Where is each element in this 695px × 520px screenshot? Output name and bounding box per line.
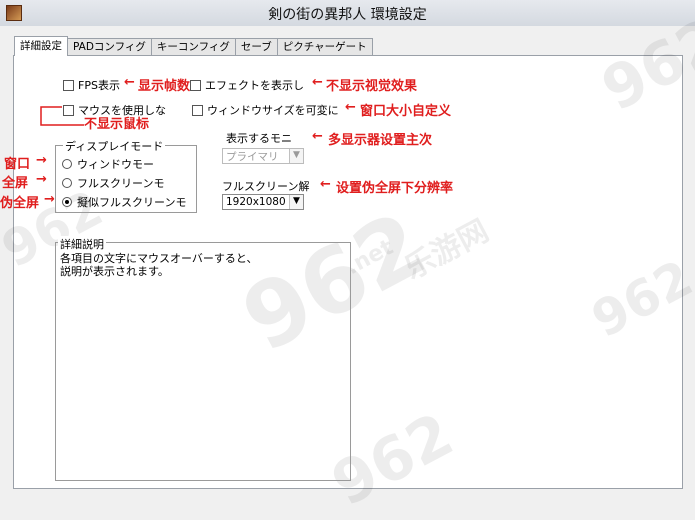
resize-label[interactable]: ウィンドウサイズを可変に — [207, 102, 339, 118]
fps-annotation: 显示帧数 — [138, 79, 191, 94]
fullscreen-mode-arrow-icon: → — [36, 172, 47, 187]
effects-annotation: 不显示视觉效果 — [326, 79, 418, 94]
window-mode-radio-dot[interactable] — [62, 159, 72, 169]
effects-checkbox[interactable]: エフェクトを表示し — [190, 77, 304, 93]
monitor-select-value: プライマリ — [226, 150, 279, 163]
effects-checkbox-box[interactable] — [190, 79, 201, 91]
resize-checkbox[interactable]: ウィンドウサイズを可変に — [192, 102, 339, 118]
monitor-select[interactable]: プライマリ ▼ — [222, 148, 304, 164]
monitor-annotation: 多显示器设置主次 — [328, 133, 433, 148]
resize-checkbox-box[interactable] — [192, 104, 203, 116]
mouse-bracket-icon — [40, 106, 84, 126]
pseudo-fullscreen-radio[interactable]: 擬似フルスクリーンモ — [62, 194, 186, 210]
title-bar: 剣の街の異邦人 環境設定 — [0, 0, 695, 27]
fullscreen-mode-annotation: 全屏 — [2, 176, 29, 191]
tab-detail-settings[interactable]: 詳細設定 — [14, 36, 68, 56]
pseudo-mode-arrow-icon: → — [44, 192, 55, 207]
resolution-arrow-icon: ← — [320, 177, 331, 192]
tab-picture-gate[interactable]: ピクチャーゲート — [276, 38, 373, 56]
window-mode-label[interactable]: ウィンドウモー — [77, 156, 154, 172]
display-mode-legend: ディスプレイモード — [63, 138, 166, 154]
fullscreen-mode-radio[interactable]: フルスクリーンモ — [62, 175, 164, 191]
effects-label[interactable]: エフェクトを表示し — [205, 77, 304, 93]
monitor-arrow-icon: ← — [312, 129, 323, 144]
tab-key-config[interactable]: キーコンフィグ — [150, 38, 236, 56]
tab-strip: 詳細設定 PADコンフィグ キーコンフィグ セーブ ピクチャーゲート — [14, 36, 373, 56]
pseudo-fullscreen-radio-dot[interactable] — [62, 197, 72, 207]
tab-save[interactable]: セーブ — [234, 38, 278, 56]
resize-annotation: 窗口大小自定义 — [360, 104, 452, 119]
effects-arrow-icon: ← — [312, 75, 323, 90]
window-mode-annotation: 窗口 — [4, 157, 31, 172]
fps-checkbox[interactable]: FPS表示 — [63, 77, 120, 93]
chevron-down-icon[interactable]: ▼ — [289, 149, 303, 163]
fps-checkbox-box[interactable] — [63, 79, 74, 91]
fullscreen-mode-radio-dot[interactable] — [62, 178, 72, 188]
pseudo-fullscreen-label[interactable]: 擬似フルスクリーンモ — [77, 194, 186, 210]
description-text-line2: 説明が表示されます。 — [60, 265, 169, 278]
window-mode-radio[interactable]: ウィンドウモー — [62, 156, 154, 172]
fullscreen-mode-label[interactable]: フルスクリーンモ — [77, 175, 164, 191]
mouse-annotation: 不显示鼠标 — [84, 117, 150, 132]
resolution-label: フルスクリーン解 — [222, 180, 310, 193]
window-mode-arrow-icon: → — [36, 153, 47, 168]
resolution-annotation: 设置伪全屏下分辨率 — [336, 181, 454, 196]
monitor-label: 表示するモニ — [226, 132, 292, 145]
resolution-select-value: 1920x1080 — [226, 196, 286, 208]
window-title: 剣の街の異邦人 環境設定 — [268, 7, 427, 23]
chevron-down-icon[interactable]: ▼ — [289, 195, 303, 209]
pseudo-mode-annotation: 伪全屏 — [0, 196, 40, 211]
fps-label[interactable]: FPS表示 — [78, 77, 120, 93]
tab-pad-config[interactable]: PADコンフィグ — [67, 38, 152, 56]
resize-arrow-icon: ← — [345, 100, 356, 115]
fps-arrow-icon: ← — [124, 75, 135, 90]
resolution-select[interactable]: 1920x1080 ▼ — [222, 194, 304, 210]
